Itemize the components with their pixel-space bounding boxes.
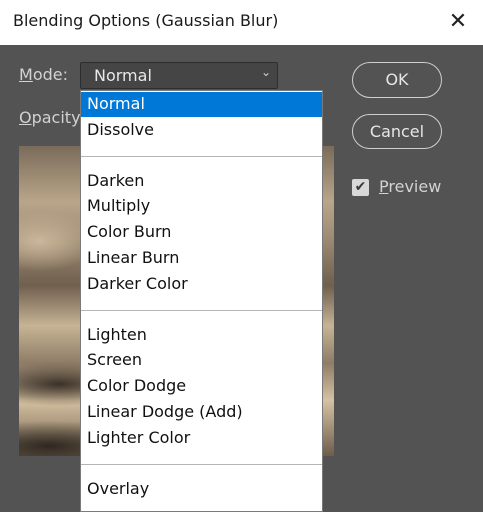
- dropdown-option[interactable]: Multiply: [81, 194, 322, 219]
- dropdown-option-label: Linear Dodge (Add): [87, 402, 243, 421]
- preview-label-text: review: [388, 177, 442, 196]
- close-icon[interactable]: ✕: [444, 8, 472, 36]
- dropdown-option[interactable]: Screen: [81, 348, 322, 373]
- dropdown-option[interactable]: Color Dodge: [81, 374, 322, 399]
- opacity-label-text: pacity: [31, 108, 81, 127]
- mode-select-value: Normal: [94, 66, 152, 85]
- chevron-down-icon: ⌄: [260, 65, 272, 79]
- dropdown-option[interactable]: Overlay: [81, 477, 322, 502]
- ok-button[interactable]: OK: [352, 62, 442, 98]
- dropdown-separator: [81, 309, 322, 311]
- dropdown-option[interactable]: Dissolve: [81, 118, 322, 143]
- dropdown-option-label: Color Burn: [87, 222, 172, 242]
- dropdown-option-label: Darker Color: [87, 273, 188, 293]
- dropdown-option[interactable]: Linear Burn: [81, 246, 322, 271]
- dropdown-option-label: Screen: [87, 350, 143, 370]
- mode-label-text: ode:: [32, 65, 68, 84]
- dropdown-option-label: Linear Burn: [87, 248, 180, 267]
- dropdown-option[interactable]: Darken: [81, 169, 322, 194]
- opacity-label-accelerator: O: [19, 108, 32, 127]
- preview-label: Preview: [379, 177, 441, 196]
- cancel-button[interactable]: Cancel: [352, 114, 442, 149]
- mode-label: Mode:: [19, 65, 68, 84]
- dropdown-option[interactable]: Darker Color: [81, 272, 322, 297]
- title-bar: Blending Options (Gaussian Blur) ✕: [0, 0, 483, 45]
- dropdown-option[interactable]: Color Burn: [81, 220, 322, 245]
- dropdown-separator: [81, 155, 322, 157]
- opacity-label: Opacity: [19, 108, 81, 127]
- dropdown-option-label: Normal: [87, 94, 145, 113]
- mode-dropdown-list: Normal Dissolve Darken Multiply Color Burn Li…: [80, 90, 323, 512]
- dropdown-option-label: Darken: [87, 170, 145, 190]
- dropdown-option[interactable]: Normal: [81, 92, 322, 117]
- dropdown-option-label: Overlay: [87, 478, 150, 498]
- dropdown-option[interactable]: Lighten: [81, 323, 322, 348]
- dropdown-option[interactable]: Lighter Color: [81, 426, 322, 451]
- dropdown-option-label: Lighter Color: [87, 427, 191, 447]
- dropdown-option[interactable]: Linear Dodge (Add): [81, 400, 322, 425]
- mode-label-accelerator: M: [19, 65, 33, 84]
- dropdown-option-label: Lighten: [87, 324, 147, 344]
- mode-select[interactable]: Normal ⌄: [80, 62, 278, 89]
- window-title: Blending Options (Gaussian Blur): [13, 11, 279, 30]
- dropdown-option-label: Multiply: [87, 196, 151, 216]
- dropdown-separator: [81, 463, 322, 465]
- dropdown-option-label: Dissolve: [87, 119, 154, 139]
- dropdown-option-label: Color Dodge: [87, 376, 187, 396]
- preview-checkbox[interactable]: ✔: [352, 179, 369, 196]
- preview-label-accelerator: P: [379, 177, 389, 196]
